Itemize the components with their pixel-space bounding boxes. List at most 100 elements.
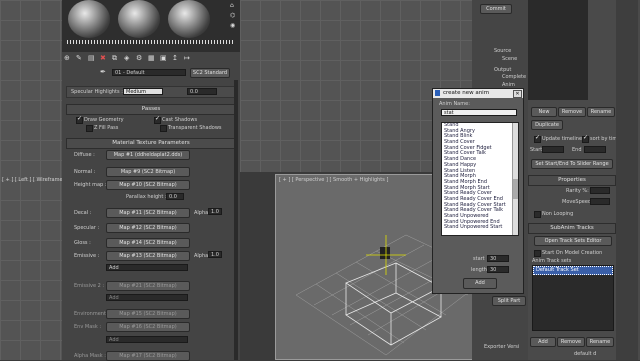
vertical-toolbar: ⌂ ⌬ ◉	[228, 0, 240, 40]
transparent-shadows-checkbox[interactable]	[160, 125, 167, 132]
dialog-close-icon[interactable]: ✕	[513, 90, 522, 98]
anim-track-list[interactable]	[528, 0, 588, 100]
new-track-button[interactable]: New	[531, 107, 557, 117]
rename-track-set-button[interactable]: Rename	[586, 337, 614, 347]
map-button-specular[interactable]: Map #12 (SC2 Bitmap)	[106, 223, 190, 233]
sample-slot-ruler	[67, 40, 233, 44]
material-type-button[interactable]: SC2 Standard	[190, 68, 230, 78]
move-speed-field[interactable]	[590, 198, 610, 205]
anim-list-scrollbar[interactable]	[512, 123, 518, 235]
dialog-length-field[interactable]: 30	[487, 266, 509, 273]
copy-material-icon[interactable]: ⧉	[112, 54, 117, 63]
toolbar-icon-3[interactable]: ◉	[230, 22, 235, 29]
sample-slots	[62, 0, 240, 52]
eyedropper-icon[interactable]: ✒	[100, 68, 106, 76]
anim-name-input[interactable]: stat	[441, 109, 517, 116]
parallax-label: Parallax height :	[126, 194, 167, 200]
map-button-decal[interactable]: Map #11 (SC2 Bitmap)	[106, 208, 190, 218]
assign-material-icon[interactable]: ▤	[88, 54, 95, 62]
sample-sphere-3[interactable]	[168, 0, 210, 38]
go-sibling-icon[interactable]: ↦	[184, 54, 190, 62]
specular-value-field[interactable]: 0.0	[187, 88, 217, 95]
track-start-field[interactable]	[542, 146, 564, 153]
material-name-field[interactable]: 01 - Default	[112, 69, 186, 76]
decal-alpha-field[interactable]: 1.0	[208, 208, 222, 215]
map-label-diffuse: Diffuse :	[74, 152, 95, 158]
rarity-field[interactable]	[590, 187, 610, 194]
sort-by-time-checkbox[interactable]	[582, 134, 589, 143]
sample-sphere-1[interactable]	[68, 0, 110, 38]
specular-highlights-label: Specular Highlights :	[71, 89, 123, 95]
map-label-normal: Normal :	[74, 169, 96, 175]
map-button-emissive[interactable]: Map #13 (SC2 Bitmap)	[106, 251, 190, 261]
subanim-header[interactable]: SubAnim Tracks	[528, 223, 616, 234]
anim-list-item[interactable]: Stand Unpowered Start	[442, 225, 518, 231]
emissive-blend-dropdown[interactable]: Add	[106, 264, 188, 271]
z-fill-pass-checkbox[interactable]	[86, 125, 93, 132]
reset-map-icon[interactable]: ✖	[100, 54, 106, 62]
anim-name-label: Anim Name:	[439, 101, 470, 107]
map-button-emissive-2[interactable]: Map #21 (SC2 Bitmap)	[106, 281, 190, 291]
toolbar-icon-1[interactable]: ⌂	[230, 2, 234, 9]
dialog-title: create new anim	[443, 90, 490, 96]
dialog-title-bar[interactable]: create new anim ✕	[433, 89, 523, 98]
rename-track-button[interactable]: Rename	[587, 107, 615, 117]
specular-highlights-dropdown[interactable]: Medium	[123, 88, 163, 95]
anim-name-list[interactable]: Stand Stand Angry Stand Blink Stand Cover St…	[441, 122, 519, 236]
passes-header[interactable]: Passes	[66, 104, 236, 115]
map-button-env-mask[interactable]: Map #16 (SC2 Bitmap)	[106, 322, 190, 332]
map-button-gloss[interactable]: Map #14 (SC2 Bitmap)	[106, 238, 190, 248]
update-timeline-checkbox[interactable]	[534, 134, 541, 143]
split-part-button[interactable]: Split Part	[492, 296, 526, 306]
material-editor-panel: ⊕ ✎ ▤ ✖ ⧉ ◈ ⚙ ▦ ▣ ↥ ↦ ✒ 01 - Default SC2…	[62, 0, 240, 361]
cast-shadows-checkbox[interactable]	[154, 115, 161, 124]
create-new-anim-dialog: create new anim ✕ Anim Name: stat Stand S…	[432, 88, 524, 294]
set-start-end-button[interactable]: Set Start/End To Slider Range	[531, 159, 613, 169]
track-sets-list[interactable]: Default Track Set	[532, 265, 614, 331]
emissive-alpha-label: Alpha	[194, 253, 209, 259]
default-track-set-item[interactable]: Default Track Set	[533, 266, 613, 275]
track-end-field[interactable]	[584, 146, 606, 153]
anim-list-items: Stand Stand Angry Stand Blink Stand Cover St…	[442, 123, 518, 231]
cast-shadows-label: Cast Shadows	[162, 117, 198, 123]
non-looping-checkbox[interactable]	[534, 211, 541, 218]
z-fill-pass-label: Z Fill Pass	[94, 125, 119, 131]
remove-track-button[interactable]: Remove	[558, 107, 586, 117]
unique-icon[interactable]: ◈	[124, 54, 129, 62]
parallax-field[interactable]: 0.0	[166, 193, 184, 200]
texture-params-header[interactable]: Material Texture Parameters	[66, 138, 236, 149]
start-on-model-checkbox[interactable]	[534, 250, 541, 257]
draw-geometry-checkbox[interactable]	[76, 115, 83, 124]
get-material-icon[interactable]: ⊕	[64, 54, 70, 62]
commit-button[interactable]: Commit	[480, 4, 512, 14]
emissive-2-blend-dropdown[interactable]: Add	[106, 294, 188, 301]
show-end-result-icon[interactable]: ▣	[160, 54, 167, 62]
material-id-icon[interactable]: ⚙	[136, 54, 142, 62]
map-label-emissive: Emissive :	[74, 253, 100, 259]
dialog-start-field[interactable]: 30	[487, 255, 509, 262]
emissive-alpha-field[interactable]: 1.0	[208, 251, 222, 258]
dialog-add-button[interactable]: Add	[463, 278, 497, 289]
map-button-height[interactable]: Map #10 (SC2 Bitmap)	[106, 180, 190, 190]
map-label-height: Height map :	[74, 182, 107, 188]
env-mask-blend-dropdown[interactable]: Add	[106, 336, 188, 343]
sample-sphere-2[interactable]	[118, 0, 160, 38]
anim-panel-scrollbar[interactable]	[616, 0, 638, 360]
remove-track-set-button[interactable]: Remove	[557, 337, 585, 347]
go-parent-icon[interactable]: ↥	[172, 54, 178, 62]
show-map-icon[interactable]: ▦	[148, 54, 155, 62]
toolbar-icon-2[interactable]: ⌬	[230, 12, 235, 19]
left-viewport-label[interactable]: [ + ] [ Left ] [ Wireframe ]	[2, 177, 66, 183]
open-track-sets-button[interactable]: Open Track Sets Editor	[534, 236, 612, 246]
properties-header[interactable]: Properties	[528, 175, 616, 186]
end-label: End	[572, 147, 582, 153]
map-button-environment[interactable]: Map #15 (SC2 Bitmap)	[106, 309, 190, 319]
default-d-label: default d	[574, 351, 597, 357]
map-button-normal[interactable]: Map #9 (SC2 Bitmap)	[106, 167, 190, 177]
map-button-diffuse[interactable]: Map #1 (ddheldaplat2.dds)	[106, 150, 190, 160]
add-track-set-button[interactable]: Add	[530, 337, 556, 347]
duplicate-track-button[interactable]: Duplicate	[531, 120, 563, 130]
anim-list-scroll-thumb[interactable]	[513, 179, 518, 199]
material-panel-scrollbar[interactable]	[234, 80, 238, 360]
put-material-icon[interactable]: ✎	[76, 54, 82, 62]
